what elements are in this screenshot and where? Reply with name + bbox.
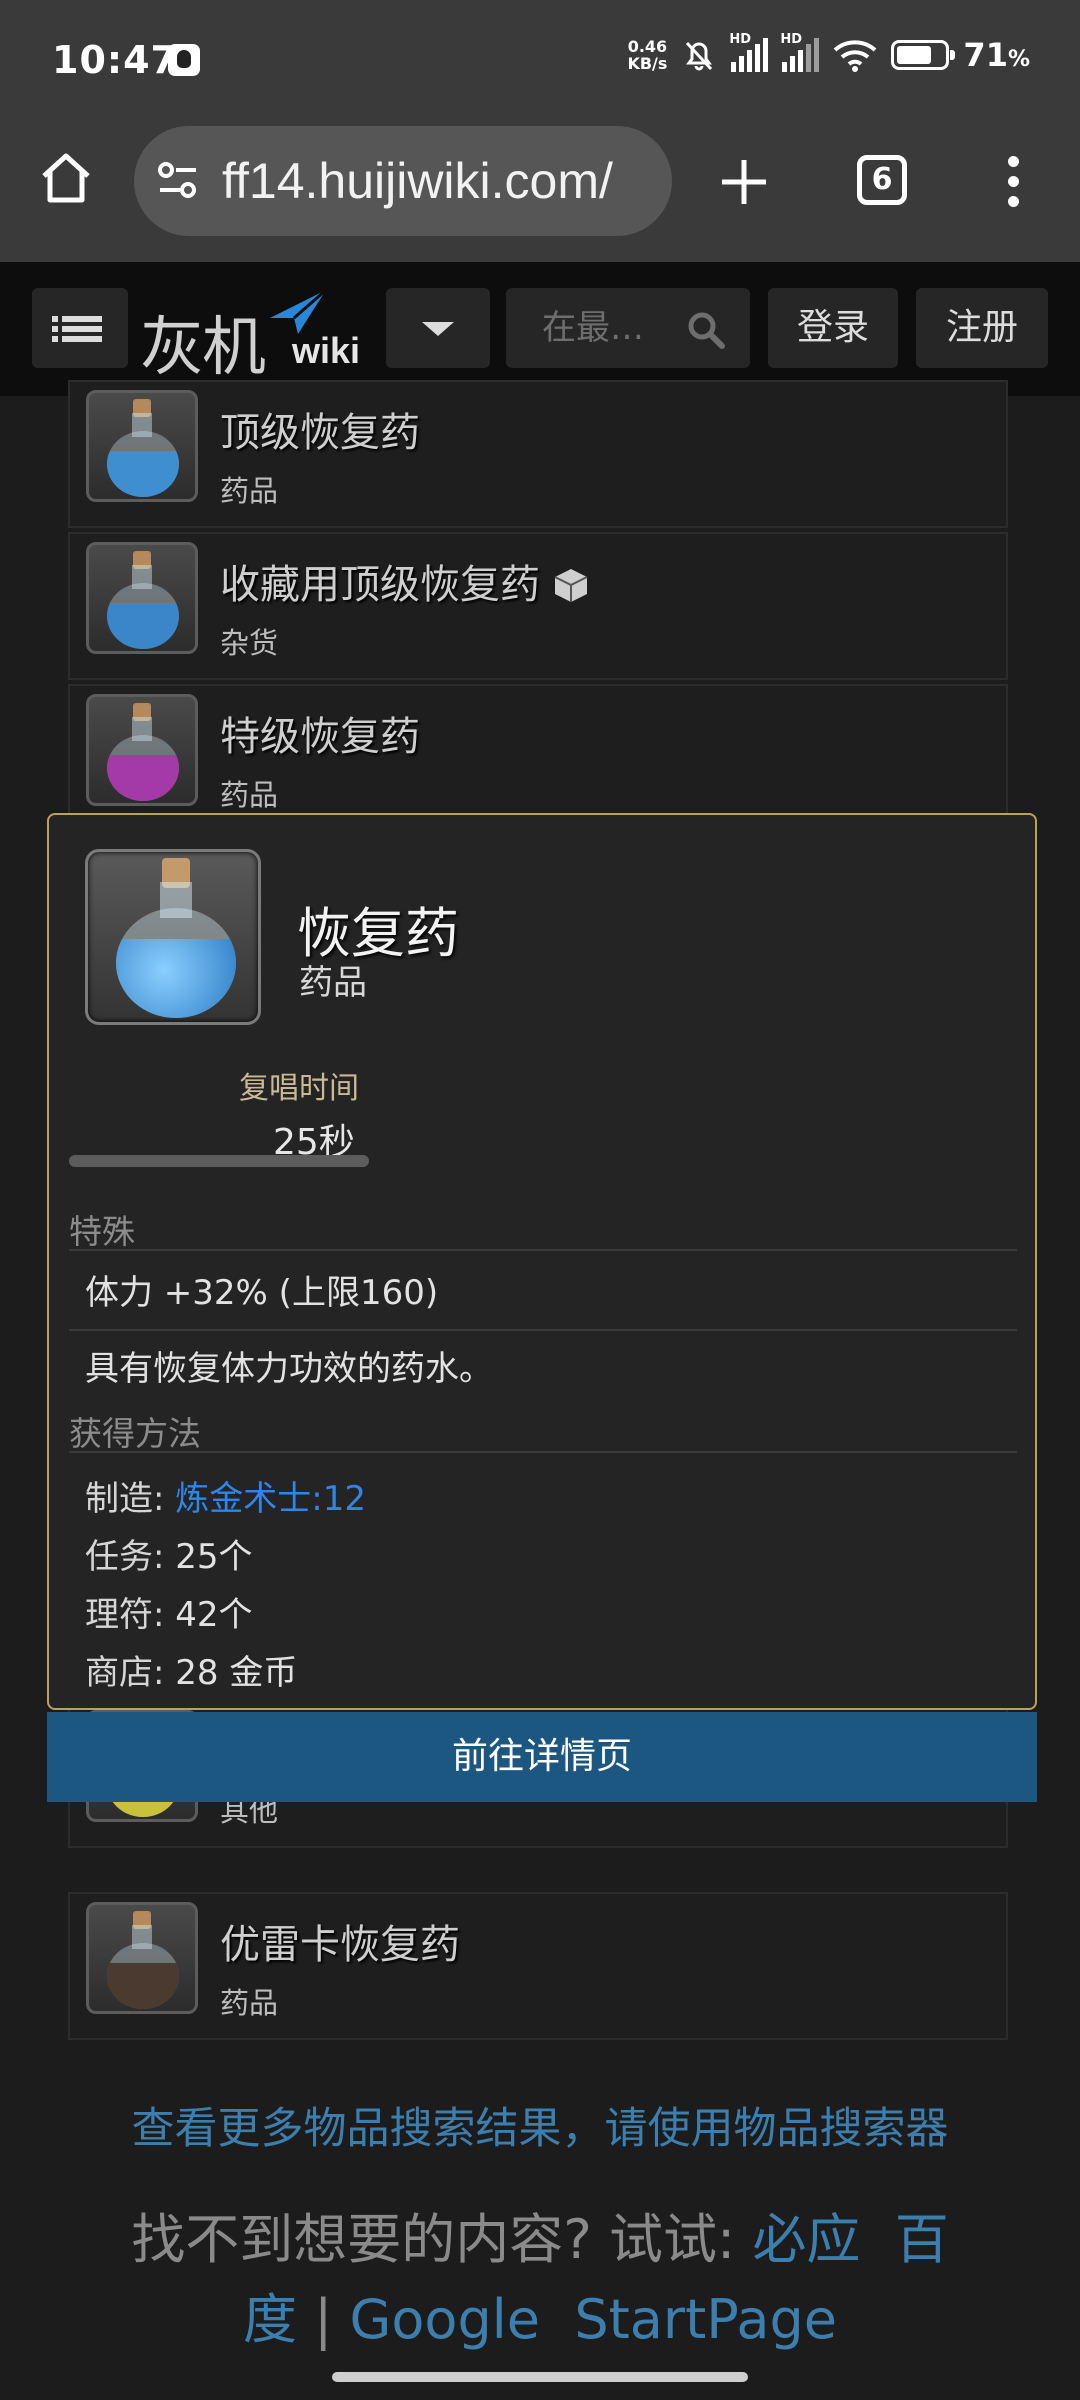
not-found-hint: 找不到想要的内容? 试试: 必应 百 度 | Google StartPage (0, 2200, 1080, 2360)
site-settings-icon[interactable] (156, 160, 200, 202)
shop-label: 商店: (85, 1653, 176, 1693)
not-found-prefix: 找不到想要的内容? 试试: (131, 2208, 753, 2271)
new-tab-icon[interactable] (718, 156, 770, 208)
quest-label: 任务: (85, 1537, 176, 1577)
divider (69, 1451, 1017, 1453)
item-category: 药品 (299, 963, 367, 1003)
item-name: 收藏用顶级恢复药 (220, 552, 590, 610)
nav-menu-button[interactable] (32, 288, 128, 368)
item-name: 优雷卡恢复药 (220, 1922, 460, 1968)
address-bar[interactable]: ff14.huijiwiki.com/ (134, 126, 672, 236)
home-icon[interactable] (38, 150, 94, 206)
craft-link[interactable]: 炼金术士:12 (175, 1479, 366, 1519)
quest-row: 任务: 25个 (85, 1529, 253, 1578)
potion-icon (86, 694, 198, 806)
potion-icon (86, 1902, 198, 2014)
leve-value: 42个 (175, 1595, 253, 1635)
item-name: 特级恢复药 (220, 714, 420, 760)
status-icons: 0.46 KB/s HD HD 71% (627, 32, 1030, 74)
search-icon[interactable] (686, 310, 726, 350)
item-name-text: 收藏用顶级恢复药 (220, 562, 540, 608)
battery-percent: 71 (963, 36, 1008, 74)
potion-icon (86, 542, 198, 654)
item-name: 顶级恢复药 (220, 410, 420, 456)
recast-label: 复唱时间 (239, 1071, 359, 1106)
acquire-header: 获得方法 (69, 1414, 201, 1453)
bing-link[interactable]: 必应 (752, 2208, 860, 2271)
recast-bar (69, 1155, 369, 1167)
item-category: 药品 (220, 474, 279, 508)
url-text[interactable]: ff14.huijiwiki.com/ (222, 152, 613, 210)
signal-1-icon: HD (729, 32, 769, 72)
register-button[interactable]: 注册 (916, 288, 1048, 368)
battery-level: 71% (963, 36, 1030, 74)
battery-icon (891, 40, 956, 70)
qq-notification-icon (168, 44, 200, 76)
hd-label-2: HD (780, 32, 803, 47)
item-category: 药品 (220, 778, 279, 812)
wiki-header: 灰机 wiki 在最… 登录 注册 (0, 262, 1080, 396)
signal-2-icon: HD (780, 32, 820, 72)
list-item[interactable]: 特级恢复药 药品 (68, 684, 1008, 832)
separator: | (314, 2288, 333, 2351)
item-category: 杂货 (220, 626, 279, 660)
shop-row: 商店: 28 金币 (85, 1645, 297, 1694)
baidu-link-part2[interactable]: 度 (243, 2288, 297, 2351)
leve-label: 理符: (85, 1595, 176, 1635)
status-bar: 10:47 0.46 KB/s HD HD 71% (0, 0, 1080, 120)
network-speed-unit: KB/s (627, 54, 668, 73)
description-text: 具有恢复体力功效的药水。 (85, 1349, 493, 1389)
leve-row: 理符: 42个 (85, 1587, 253, 1636)
item-category: 药品 (220, 1986, 279, 2020)
google-link[interactable]: Google (350, 2288, 540, 2351)
divider (69, 1249, 1017, 1251)
craft-label: 制造: (85, 1479, 176, 1519)
tab-switcher-button[interactable]: 6 (857, 155, 907, 205)
logo-text: 灰机 (140, 311, 266, 385)
wifi-icon (834, 40, 877, 72)
quest-value: 25个 (175, 1537, 253, 1577)
mute-bell-icon (686, 41, 713, 71)
divider (69, 1329, 1017, 1331)
craft-row: 制造: 炼金术士:12 (85, 1471, 366, 1520)
special-header: 特殊 (69, 1212, 135, 1251)
home-indicator[interactable] (332, 2372, 748, 2382)
network-speed: 0.46 KB/s (627, 38, 667, 72)
paper-plane-icon (270, 288, 327, 334)
potion-icon (85, 849, 261, 1025)
collectable-box-icon (554, 569, 588, 602)
list-item[interactable]: 收藏用顶级恢复药 杂货 (68, 532, 1008, 680)
dropdown-button[interactable] (386, 288, 490, 368)
effect-text: 体力 +32% (上限160) (85, 1273, 439, 1313)
login-button[interactable]: 登录 (768, 288, 898, 368)
more-menu-icon[interactable] (1003, 156, 1023, 208)
network-speed-value: 0.46 (627, 37, 668, 56)
site-logo[interactable]: 灰机 wiki (140, 286, 380, 385)
list-item[interactable]: 顶级恢复药 药品 (68, 380, 1008, 528)
hd-label-1: HD (729, 32, 752, 47)
battery-unit: % (1007, 47, 1030, 72)
potion-icon (86, 390, 198, 502)
go-to-detail-button[interactable]: 前往详情页 (47, 1712, 1037, 1802)
more-results-link[interactable]: 查看更多物品搜索结果，请使用物品搜索器 (0, 2094, 1080, 2156)
search-box[interactable]: 在最… (506, 288, 750, 368)
baidu-link-part1[interactable]: 百 (895, 2208, 949, 2271)
search-placeholder: 在最… (542, 308, 644, 348)
logo-wiki-text: wiki (292, 330, 361, 371)
shop-value: 28 金币 (175, 1653, 298, 1693)
startpage-link[interactable]: StartPage (574, 2288, 837, 2351)
item-tooltip-card: 恢复药 药品 复唱时间 25秒 特殊 体力 +32% (上限160) 具有恢复体… (47, 813, 1037, 1710)
list-item[interactable]: 优雷卡恢复药 药品 (68, 1892, 1008, 2040)
clock: 10:47 (52, 38, 178, 82)
browser-toolbar: ff14.huijiwiki.com/ 6 (0, 120, 1080, 262)
